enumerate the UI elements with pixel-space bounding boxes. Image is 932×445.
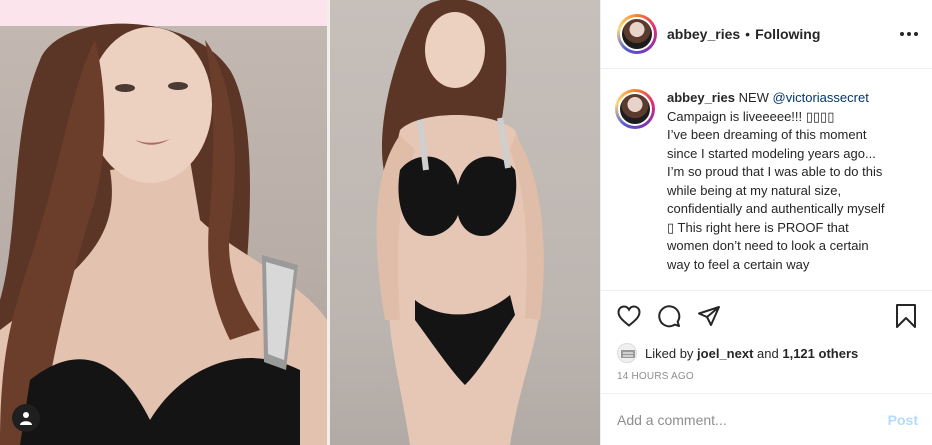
post-comment-button[interactable]: Post bbox=[888, 412, 918, 428]
photo-panel-left bbox=[0, 0, 327, 445]
likes-others-link[interactable]: 1,121 others bbox=[782, 346, 858, 361]
instagram-post: abbey_ries • Following abbey_ries NEW @v… bbox=[0, 0, 932, 445]
mention-link[interactable]: @victoriassecret bbox=[773, 90, 869, 105]
caption-text-line: I’ve been dreaming of this moment bbox=[667, 127, 867, 142]
caption-text-line: ▯ This right here is PROOF that bbox=[667, 219, 849, 235]
post-header: abbey_ries • Following bbox=[601, 0, 932, 69]
fullbody-illustration bbox=[376, 0, 544, 445]
liker-avatar-icon[interactable] bbox=[617, 343, 637, 363]
caption-text-line: Campaign is liveeeee!!! ▯▯▯▯ bbox=[667, 108, 835, 124]
story-ring[interactable] bbox=[617, 14, 657, 54]
comment-box: Post bbox=[601, 393, 932, 445]
post-photo[interactable] bbox=[0, 0, 600, 445]
comment-input[interactable] bbox=[617, 411, 888, 428]
avatar[interactable] bbox=[620, 17, 654, 51]
caption-text-line: women don’t need to look a certain bbox=[667, 238, 869, 253]
caption-username[interactable]: abbey_ries bbox=[667, 90, 735, 105]
caption-text-line: I’m so proud that I was able to do this bbox=[667, 164, 883, 179]
person-icon bbox=[20, 412, 32, 425]
caption-text-line: confidentially and authentically myself bbox=[667, 201, 885, 216]
action-bar bbox=[601, 291, 932, 341]
caption-story-ring[interactable] bbox=[615, 89, 655, 129]
user-tag-button[interactable] bbox=[12, 404, 40, 432]
caption-text-line: way to feel a certain way bbox=[667, 256, 810, 272]
caption-text-line: while being at my natural size, bbox=[667, 182, 842, 198]
header-separator: • bbox=[745, 26, 751, 42]
likes-prefix: Liked by bbox=[645, 345, 694, 361]
caption: abbey_ries NEW @victoriassecret Campaign… bbox=[601, 69, 932, 291]
caption-text: abbey_ries NEW @victoriassecret Campaign… bbox=[667, 89, 916, 290]
caption-avatar[interactable] bbox=[618, 92, 652, 126]
bookmark-icon[interactable] bbox=[892, 302, 920, 330]
heart-icon[interactable] bbox=[615, 302, 643, 330]
photo-panel-right bbox=[330, 0, 600, 445]
caption-text-line: NEW bbox=[738, 90, 769, 105]
comment-icon[interactable] bbox=[655, 302, 683, 330]
header-username[interactable]: abbey_ries bbox=[667, 26, 740, 42]
liker-username[interactable]: joel_next bbox=[697, 346, 753, 361]
closeup-illustration bbox=[0, 23, 327, 445]
post-timestamp[interactable]: 14 HOURS AGO bbox=[601, 365, 932, 393]
caption-text-line: since I started modeling years ago... bbox=[667, 145, 876, 161]
likes-conjunction: and bbox=[757, 345, 779, 361]
more-horizontal-icon[interactable] bbox=[900, 26, 918, 42]
post-sidebar: abbey_ries • Following abbey_ries NEW @v… bbox=[600, 0, 932, 445]
send-icon[interactable] bbox=[695, 302, 723, 330]
following-button[interactable]: Following bbox=[755, 26, 820, 42]
likes-row: Liked by joel_next and 1,121 others bbox=[601, 341, 932, 365]
